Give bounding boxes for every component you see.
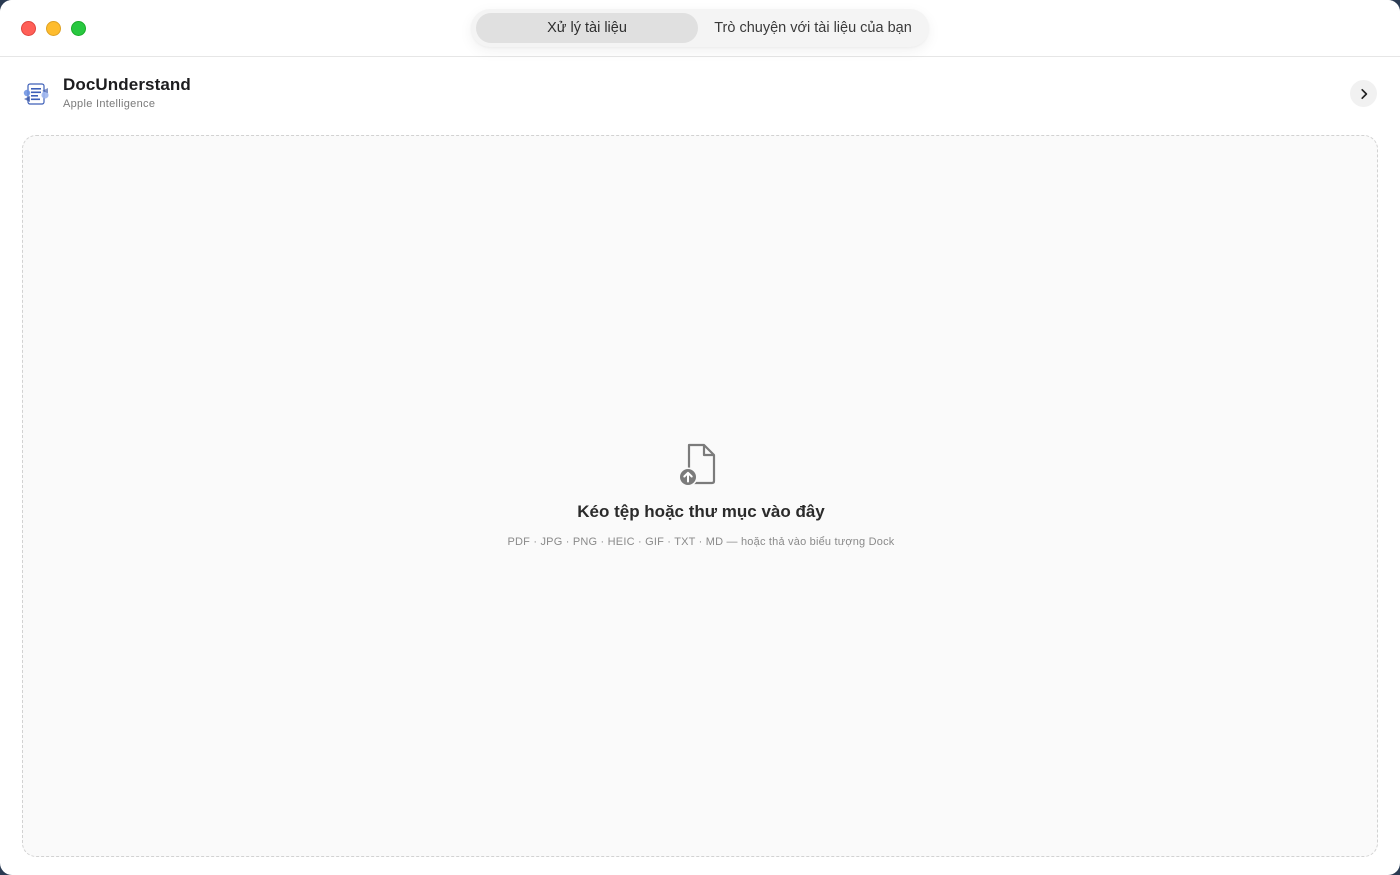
app-name: DocUnderstand — [63, 75, 191, 94]
minimize-button[interactable] — [46, 21, 61, 36]
app-logo-icon — [23, 83, 49, 105]
app-window: Xử lý tài liệu Trò chuyện với tài liệu c… — [0, 0, 1400, 875]
tab-process-documents[interactable]: Xử lý tài liệu — [476, 13, 698, 43]
drop-zone-title: Kéo tệp hoặc thư mục vào đây — [577, 502, 825, 521]
document-upload-icon — [678, 443, 716, 487]
file-drop-zone[interactable]: Kéo tệp hoặc thư mục vào đây PDF · JPG ·… — [22, 135, 1378, 857]
app-subtitle: Apple Intelligence — [63, 98, 156, 110]
title-bar: Xử lý tài liệu Trò chuyện với tài liệu c… — [0, 0, 1400, 57]
drop-zone-hint: PDF · JPG · PNG · HEIC · GIF · TXT · MD … — [507, 536, 895, 548]
expand-button[interactable] — [1350, 80, 1377, 107]
close-button[interactable] — [21, 21, 36, 36]
app-header: DocUnderstand Apple Intelligence — [0, 57, 1400, 129]
mode-segmented-control: Xử lý tài liệu Trò chuyện với tài liệu c… — [471, 9, 929, 47]
chevron-right-icon — [1360, 88, 1367, 99]
tab-chat-with-documents[interactable]: Trò chuyện với tài liệu của bạn — [701, 13, 925, 43]
zoom-button[interactable] — [71, 21, 86, 36]
